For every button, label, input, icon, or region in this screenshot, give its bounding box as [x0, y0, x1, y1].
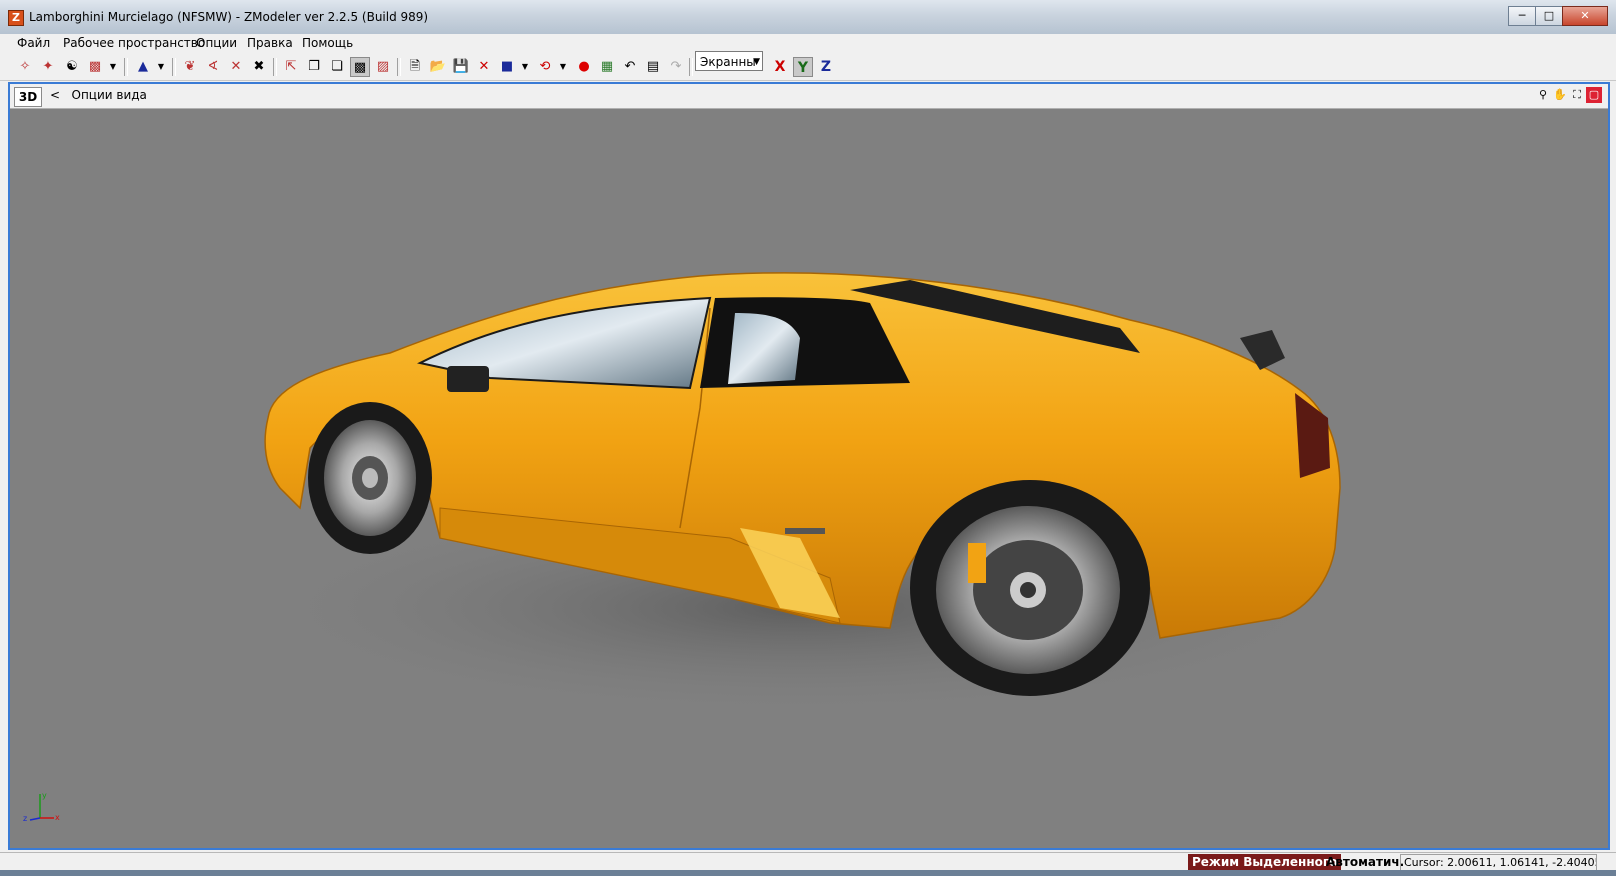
viewport-mode-button[interactable]: 3D [14, 87, 42, 107]
gizmo-y-label: y [42, 791, 47, 800]
new-file-icon[interactable]: 🗎 [405, 57, 425, 77]
brake-caliper [968, 543, 986, 583]
cube-solid-icon[interactable]: ❏ [327, 57, 347, 77]
side-marker [785, 528, 825, 534]
side-mirror [447, 366, 489, 392]
status-bar: Режим Выделенного Автоматич. Cursor: 2.0… [0, 852, 1616, 871]
window-title: Lamborghini Murcielago (NFSMW) - ZModele… [29, 10, 429, 24]
toolbar-separator [124, 58, 128, 76]
pan-hand-icon[interactable]: ✋ [1552, 87, 1568, 103]
rear-wheel [910, 480, 1150, 696]
import-icon[interactable]: ■ [497, 57, 517, 77]
menu-help[interactable]: Помощь [302, 36, 353, 50]
main-toolbar: ✧ ✦ ☯ ▩ ▼ ▲ ▼ ❦ ∢ ✕ ✖ ⇱ ❐ ❏ ▩ ▨ 🗎 📂 💾 ✕ … [0, 54, 1616, 81]
fit-view-icon[interactable]: ⛶ [1569, 87, 1585, 103]
menu-options[interactable]: Опции [196, 36, 237, 50]
select-edge-icon[interactable]: ✦ [38, 57, 58, 77]
undo-red-icon[interactable]: ⟲ [535, 57, 555, 77]
close-button[interactable]: ✕ [1562, 6, 1608, 26]
select-group-icon[interactable]: ▩ [85, 57, 105, 77]
frame-icon[interactable]: ⇱ [281, 57, 301, 77]
cube-textured-icon[interactable]: ▨ [373, 57, 393, 77]
menu-workspace[interactable]: Рабочее пространство [63, 36, 205, 50]
paint-icon[interactable]: ❦ [180, 57, 200, 77]
maximize-viewport-icon[interactable]: ▢ [1586, 87, 1602, 103]
cursor-coordinates: Cursor: 2.00611, 1.06141, -2.40405 [1400, 854, 1597, 871]
axis-z-button[interactable]: Z [816, 57, 836, 77]
menu-file[interactable]: Файл [17, 36, 50, 50]
save-icon[interactable]: 💾 [451, 57, 471, 77]
toolbar-separator [689, 58, 693, 76]
select-dropdown-icon[interactable]: ▼ [109, 57, 117, 77]
axis-x-button[interactable]: X [770, 57, 790, 77]
view-options-toggle[interactable]: < Опции вида [50, 88, 147, 102]
cube-shaded-icon[interactable]: ▩ [350, 57, 370, 77]
chevron-down-icon: ▼ [753, 57, 760, 67]
maximize-button[interactable]: □ [1535, 6, 1563, 26]
minimize-button[interactable]: ─ [1508, 6, 1536, 26]
menu-edit[interactable]: Правка [247, 36, 293, 50]
toolbar-separator [172, 58, 176, 76]
view-options-label: Опции вида [71, 88, 147, 102]
viewport-3d[interactable]: 3D < Опции вида ⚲ ✋ ⛶ ▢ y x z [8, 82, 1610, 850]
redo-icon[interactable]: ↷ [666, 57, 686, 77]
properties-icon[interactable]: ▤ [643, 57, 663, 77]
undo-dropdown-icon[interactable]: ▼ [559, 57, 567, 77]
zoom-icon[interactable]: ⚲ [1535, 87, 1551, 103]
selection-mode-badge[interactable]: Режим Выделенного [1188, 854, 1342, 870]
title-bar: Z Lamborghini Murcielago (NFSMW) - ZMode… [0, 0, 1616, 34]
collapse-arrow-icon: < [50, 88, 61, 102]
toolbar-separator [397, 58, 401, 76]
view-mode-value: Экранны [700, 55, 756, 69]
viewport-header: 3D < Опции вида ⚲ ✋ ⛶ ▢ [10, 84, 1608, 109]
gizmo-z-label: z [23, 814, 27, 822]
auto-mode-label[interactable]: Автоматич. [1326, 855, 1404, 869]
select-vertex-icon[interactable]: ✧ [15, 57, 35, 77]
menu-bar: Файл Рабочее пространство Опции Правка П… [0, 34, 1616, 54]
delete-icon[interactable]: ✕ [474, 57, 494, 77]
axis-rotate-icon[interactable]: ✕ [226, 57, 246, 77]
import-dropdown-icon[interactable]: ▼ [521, 57, 529, 77]
front-wheel [308, 402, 432, 554]
axis-gizmo-icon: y x z [23, 791, 60, 822]
record-icon[interactable]: ● [574, 57, 594, 77]
car-scene [240, 272, 1360, 718]
cube-wire-icon[interactable]: ❐ [304, 57, 324, 77]
primitive-dropdown-icon[interactable]: ▼ [157, 57, 165, 77]
toolbar-separator [273, 58, 277, 76]
os-taskbar [0, 870, 1616, 876]
axis-y-button[interactable]: Y [793, 57, 813, 77]
app-logo-icon: Z [8, 10, 24, 26]
view-mode-select[interactable]: Экранны ▼ [695, 51, 763, 71]
undo-icon[interactable]: ↶ [620, 57, 640, 77]
axis-move-icon[interactable]: ∢ [203, 57, 223, 77]
texture-icon[interactable]: ▦ [597, 57, 617, 77]
open-folder-icon[interactable]: 📂 [428, 57, 448, 77]
axis-scale-icon[interactable]: ✖ [249, 57, 269, 77]
pyramid-icon[interactable]: ▲ [133, 57, 153, 77]
gizmo-x-label: x [55, 813, 60, 822]
move-figure-icon[interactable]: ☯ [62, 57, 82, 77]
